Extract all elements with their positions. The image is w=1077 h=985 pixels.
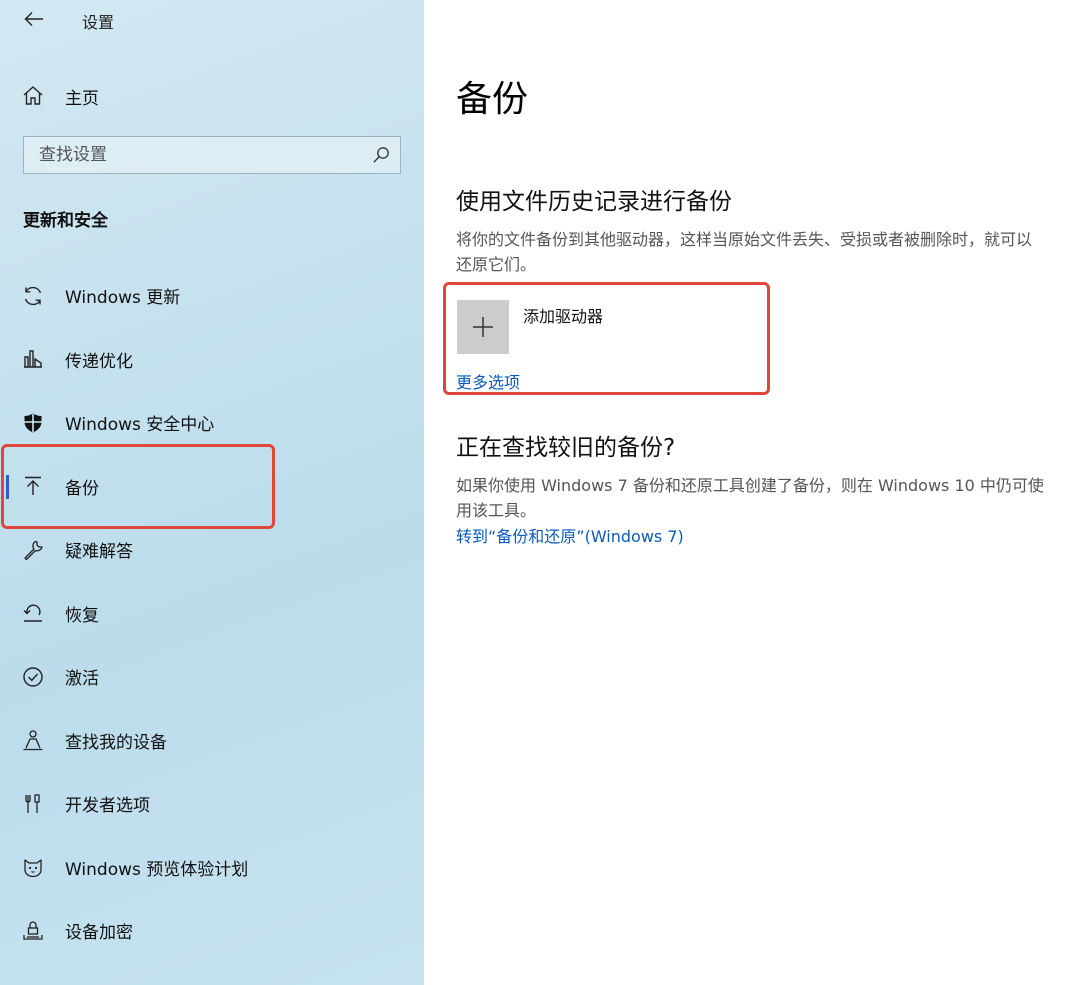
sidebar-item-label: 查找我的设备	[65, 732, 167, 753]
app-title: 设置	[82, 13, 115, 32]
older-backup-heading: 正在查找较旧的备份?	[456, 435, 676, 461]
insider-cat-icon	[20, 854, 46, 880]
home-icon	[20, 83, 46, 109]
sidebar-item-label: 设备加密	[65, 923, 133, 944]
sidebar-item-backup[interactable]: 备份	[0, 455, 424, 519]
sidebar-item-troubleshoot[interactable]: 疑难解答	[0, 518, 424, 582]
developer-tools-icon	[20, 791, 46, 817]
back-button[interactable]	[18, 4, 50, 34]
settings-window: 设置 主页 更新和安全	[0, 0, 1077, 985]
sidebar-item-windows-security[interactable]: Windows 安全中心	[0, 391, 424, 455]
search-icon[interactable]	[372, 146, 390, 164]
sidebar-item-home[interactable]: 主页	[0, 74, 424, 118]
sidebar-item-label: 激活	[65, 669, 99, 690]
sidebar-item-label: 开发者选项	[65, 796, 150, 817]
plus-icon	[473, 317, 493, 337]
sidebar-item-label: Windows 预览体验计划	[65, 859, 249, 880]
backup-restore-windows7-link[interactable]: 转到“备份和还原”(Windows 7)	[456, 523, 684, 547]
search-input[interactable]	[24, 137, 364, 173]
sync-icon	[20, 283, 46, 309]
sidebar-item-label: 备份	[65, 478, 99, 499]
sidebar-item-find-my-device[interactable]: 查找我的设备	[0, 709, 424, 773]
backup-arrow-up-icon	[20, 473, 46, 499]
wrench-icon	[20, 537, 46, 563]
recovery-icon	[20, 600, 46, 626]
main-content: 备份 使用文件历史记录进行备份 将你的文件备份到其他驱动器，这样当原始文件丢失、…	[424, 0, 1077, 985]
file-history-heading: 使用文件历史记录进行备份	[456, 189, 732, 215]
search-box	[23, 136, 401, 174]
arrow-left-icon	[24, 12, 43, 26]
sidebar-item-delivery-optimization[interactable]: 传递优化	[0, 328, 424, 392]
plus-tile	[457, 300, 509, 354]
nav-list: Windows 更新 传递优化 Windows 安全中心 备份 疑难解答 恢复 …	[0, 264, 424, 963]
older-backup-description: 如果你使用 Windows 7 备份和还原工具创建了备份，则在 Windows …	[456, 476, 1044, 520]
more-options-link[interactable]: 更多选项	[456, 369, 520, 393]
section-header: 更新和安全	[23, 211, 108, 231]
sidebar-item-label: 传递优化	[65, 351, 133, 372]
sidebar-item-activation[interactable]: 激活	[0, 645, 424, 709]
sidebar-item-label: Windows 安全中心	[65, 415, 215, 436]
check-circle-icon	[20, 664, 46, 690]
sidebar-item-windows-update[interactable]: Windows 更新	[0, 264, 424, 328]
file-history-description: 将你的文件备份到其他驱动器，这样当原始文件丢失、受损或者被删除时，就可以还原它们…	[456, 230, 1033, 274]
add-drive-button[interactable]: 添加驱动器	[457, 300, 757, 354]
selection-indicator	[6, 474, 9, 499]
sidebar: 设置 主页 更新和安全	[0, 0, 424, 985]
sidebar-item-device-encryption[interactable]: 设备加密	[0, 899, 424, 963]
sidebar-item-label: 疑难解答	[65, 542, 133, 563]
title-bar: 设置	[0, 0, 424, 40]
person-location-icon	[20, 727, 46, 753]
device-encryption-icon	[20, 918, 46, 944]
sidebar-item-label: 恢复	[65, 605, 99, 626]
sidebar-item-developer-options[interactable]: 开发者选项	[0, 772, 424, 836]
sidebar-item-windows-insider[interactable]: Windows 预览体验计划	[0, 836, 424, 900]
sidebar-item-label: 主页	[65, 88, 99, 109]
sidebar-item-recovery[interactable]: 恢复	[0, 582, 424, 646]
delivery-optimization-icon	[20, 346, 46, 372]
page-title: 备份	[456, 79, 529, 120]
shield-icon	[20, 410, 46, 436]
add-drive-label: 添加驱动器	[523, 307, 604, 326]
sidebar-item-label: Windows 更新	[65, 288, 181, 309]
